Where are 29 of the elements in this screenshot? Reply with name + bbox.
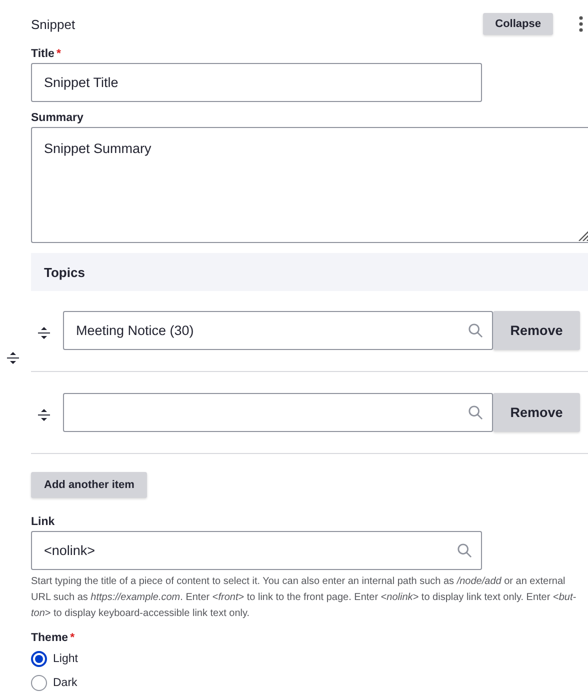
radio-label: Dark xyxy=(53,677,78,689)
topic-input[interactable]: Meeting Notice (30) xyxy=(63,311,493,350)
drag-handle-icon[interactable] xyxy=(38,327,50,339)
required-mark: * xyxy=(70,632,75,644)
link-input[interactable]: <nolink> xyxy=(31,531,482,570)
drag-handle-icon[interactable] xyxy=(7,352,19,364)
search-icon xyxy=(457,543,472,558)
title-input[interactable]: Snippet Title xyxy=(31,63,482,102)
search-icon xyxy=(468,323,483,338)
search-icon xyxy=(468,405,483,420)
collapse-button[interactable]: Collapse xyxy=(483,13,553,35)
field-label: Title xyxy=(31,48,54,60)
drag-handle-icon[interactable] xyxy=(38,409,50,421)
summary-textarea[interactable]: Snippet Summary xyxy=(31,127,588,243)
remove-button[interactable]: Remove xyxy=(493,311,580,350)
field-label: Theme xyxy=(31,632,68,644)
radio-button[interactable] xyxy=(31,651,47,667)
required-mark: * xyxy=(56,48,61,60)
remove-button[interactable]: Remove xyxy=(493,393,580,432)
radio-button[interactable] xyxy=(31,675,47,691)
field-label: Link xyxy=(31,516,55,528)
help-text: Start typing the title of a piece of content to select it. You can also enter an internal path such as /node/add or an external URL such as https://example.com. Enter <front> to link to the front page. Enter <nolink> to display link text only. Enter <but-ton> to display keyboard-accessible link text only. xyxy=(31,575,578,621)
more-options-icon[interactable] xyxy=(578,16,584,32)
add-item-button[interactable]: Add another item xyxy=(31,472,148,498)
radio-label: Light xyxy=(53,653,78,665)
topics-heading: Topics xyxy=(44,264,85,280)
topic-input[interactable] xyxy=(63,393,493,432)
section-title: Snippet xyxy=(31,16,76,32)
field-label: Summary xyxy=(31,112,84,124)
